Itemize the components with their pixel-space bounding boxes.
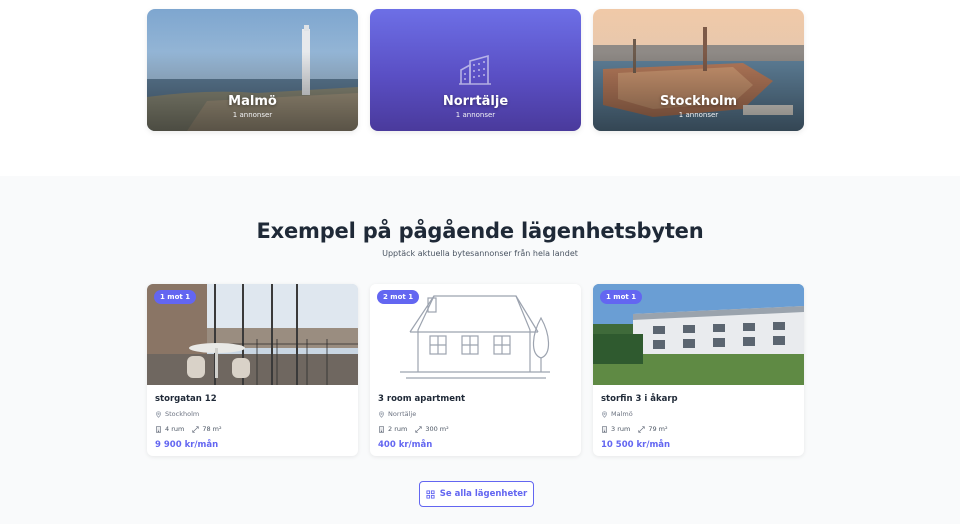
location-pin-icon [602,410,607,418]
area-expand-icon [415,425,422,433]
listing-rooms: 4 rum [165,425,185,433]
city-name: Norrtälje [442,94,509,109]
city-name: Stockholm [659,94,738,109]
buildings-icon [459,54,491,85]
city-card-norrtalje[interactable]: Norrtälje 1 annonser [370,9,581,131]
exchange-type-badge: 1 mot 1 [154,290,197,304]
listing-area: 300 m² [425,425,449,433]
see-all-label: Se alla lägenheter [439,489,528,499]
listing-rooms: 2 rum [388,425,408,433]
listing-title: 3 room apartment [378,394,466,404]
city-listing-count: 1 annonser [232,111,273,119]
location-pin-icon [156,410,161,418]
listing-card[interactable]: 2 mot 1 3 room apartment Norrtälje 2 rum… [370,284,581,456]
listing-price: 400 kr/mån [378,440,433,450]
see-all-apartments-button[interactable]: Se alla lägenheter [419,481,534,507]
exchange-type-badge: 1 mot 1 [600,290,643,304]
listing-card[interactable]: 1 mot 1 storfin 3 i åkarp Malmö 3 rum 79… [593,284,804,456]
listing-cards: 1 mot 1 storgatan 12 Stockholm 4 rum 78 … [147,284,804,456]
listing-area: 79 m² [648,425,668,433]
listing-price: 10 500 kr/mån [601,440,671,450]
listing-rooms: 3 rum [611,425,631,433]
ongoing-exchanges-section: Exempel på pågående lägenhetsbyten Upptä… [0,176,960,524]
city-card-stockholm[interactable]: Stockholm 1 annonser [593,9,804,131]
location-pin-icon [379,410,384,418]
listing-title: storfin 3 i åkarp [601,394,678,404]
building-icon [602,425,607,433]
city-listing-count: 1 annonser [678,111,719,119]
city-name: Malmö [228,94,277,109]
grid-icon [426,489,435,499]
listing-photo: 1 mot 1 [147,284,358,385]
city-listing-count: 1 annonser [455,111,496,119]
building-icon [379,425,384,433]
section-subtitle: Upptäck aktuella bytesannonser från hela… [382,249,578,258]
section-title: Exempel på pågående lägenhetsbyten [256,219,704,243]
listing-location: Malmö [611,410,633,418]
listing-area: 78 m² [202,425,222,433]
listing-location: Stockholm [165,410,200,418]
listing-price: 9 900 kr/mån [155,440,219,450]
listing-photo: 2 mot 1 [370,284,581,385]
building-icon [156,425,161,433]
city-card-malmo[interactable]: Malmö 1 annonser [147,9,358,131]
listing-photo: 1 mot 1 [593,284,804,385]
area-expand-icon [192,425,199,433]
listing-title: storgatan 12 [155,394,217,404]
exchange-type-badge: 2 mot 1 [377,290,420,304]
area-expand-icon [638,425,645,433]
listing-card[interactable]: 1 mot 1 storgatan 12 Stockholm 4 rum 78 … [147,284,358,456]
listing-location: Norrtälje [388,410,417,418]
city-cards-row: Malmö 1 annonser Norrtälje 1 annonser St… [147,9,806,131]
